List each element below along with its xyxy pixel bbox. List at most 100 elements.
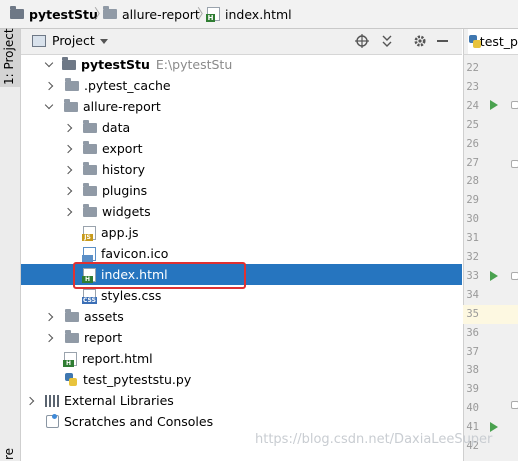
tree-row-pytestStu[interactable]: pytestStu E:\pytestStu [21,54,462,75]
fold-marker-icon[interactable] [511,272,518,280]
chevron-down-icon[interactable] [44,58,54,68]
editor-tab-label: test_p [479,34,518,49]
line-number: 22 [466,62,479,74]
tree-row-widgets[interactable]: widgets [21,201,462,222]
structure-tool-tab[interactable]: re [0,443,20,461]
tree-row-allure-report[interactable]: allure-report [21,96,462,117]
view-dropdown-chevron-icon[interactable] [100,39,108,44]
tree-row-history[interactable]: history [21,159,462,180]
editor-tab[interactable]: test_p [468,29,518,54]
tree-row-pytest-cache[interactable]: .pytest_cache [21,75,462,96]
python-file-icon [64,372,78,387]
tree-row-data[interactable]: data [21,117,462,138]
tree-row-plugins[interactable]: plugins [21,180,462,201]
line-number: 38 [466,364,479,377]
folder-icon [65,308,79,322]
tree-row-label: assets [84,309,124,324]
chevron-right-icon[interactable] [63,144,73,153]
chevron-right-icon[interactable] [44,81,54,90]
html-file-icon: H [206,7,220,22]
fold-marker-icon[interactable] [511,160,518,168]
chevron-right-icon[interactable] [63,165,73,174]
folder-icon [83,119,97,133]
breadcrumb-item-allure-report[interactable]: allure-report [103,0,200,28]
tree-row-label: Scratches and Consoles [64,414,214,429]
expand-collapse-icon[interactable] [380,34,394,48]
line-number: 31 [466,232,479,245]
line-number: 37 [466,345,479,358]
folder-icon [103,6,117,19]
tree-row-export[interactable]: export [21,138,462,159]
python-file-icon [468,34,481,49]
tool-window-strip [0,29,21,461]
tree-row-assets[interactable]: assets [21,306,462,327]
project-tool-tab-label: 1: Project [2,28,16,85]
chevron-right-icon[interactable] [25,396,35,405]
project-panel-title[interactable]: Project [52,33,95,48]
tree-row-label: .pytest_cache [84,78,171,93]
line-number: 29 [466,194,479,207]
line-number: 34 [466,288,479,301]
folder-icon [83,161,97,175]
tree-row-scratches-and-consoles[interactable]: Scratches and Consoles [21,411,462,432]
folder-icon [83,182,97,196]
run-test-icon[interactable] [490,422,498,432]
folder-icon [65,329,79,343]
tree-row-label: favicon.ico [101,246,169,261]
locate-target-icon[interactable] [355,34,369,48]
breadcrumb-label: index.html [225,6,292,22]
tree-row-label: data [102,120,131,135]
highlight-box [73,262,246,289]
project-tool-tab[interactable]: 1: Project [0,28,20,87]
line-number: 30 [466,213,479,226]
tree-row-label: app.js [101,225,139,240]
breadcrumb-label: allure-report [122,6,200,22]
line-number: 28 [466,175,479,188]
tree-row-favicon-ico[interactable]: favicon.ico [21,243,462,264]
breadcrumb-item-pytestStu[interactable]: pytestStu [10,0,98,28]
line-number: 23 [466,80,479,93]
fold-marker-icon[interactable] [511,401,518,409]
run-test-icon[interactable] [490,271,498,281]
tree-row-app-js[interactable]: JS app.js [21,222,462,243]
line-number: 33 [466,269,479,282]
library-icon [45,394,59,407]
fold-marker-icon[interactable] [511,101,518,109]
gear-icon[interactable] [413,34,427,48]
line-number: 25 [466,118,479,131]
tree-row-report-html[interactable]: H report.html [21,348,462,369]
chevron-right-icon[interactable] [44,312,54,321]
run-test-icon[interactable] [490,100,498,110]
line-number: 35 [466,307,479,320]
tree-row-label: report [84,330,123,345]
watermark-text: https://blog.csdn.net/DaxiaLeeSuper [255,432,493,447]
line-number: 26 [466,137,479,150]
tree-row-label: External Libraries [64,393,174,408]
breadcrumb-item-index-html[interactable]: H index.html [206,0,292,28]
folder-icon [64,98,78,112]
chevron-right-icon[interactable] [63,123,73,132]
chevron-right-icon[interactable] [63,186,73,195]
chevron-right-icon[interactable] [44,333,54,342]
line-number: 27 [466,156,479,169]
tree-row-label: styles.css [101,288,162,303]
chevron-right-icon[interactable] [63,207,73,216]
structure-tool-tab-label: re [2,447,16,460]
tree-row-label: allure-report [83,99,161,114]
hide-panel-icon[interactable] [437,40,448,42]
project-path-label: E:\pytestStu [155,57,233,72]
chevron-down-icon[interactable] [44,100,54,110]
tree-row-label: widgets [102,204,151,219]
folder-icon [65,77,79,91]
tree-row-test-pyteststu-py[interactable]: test_pyteststu.py [21,369,462,390]
tree-row-report[interactable]: report [21,327,462,348]
tree-row-label: test_pyteststu.py [83,372,192,387]
ico-file-icon [82,246,96,262]
js-file-icon: JS [82,225,96,241]
folder-icon [83,203,97,217]
tree-row-label: report.html [82,351,153,366]
tree-row-label: export [102,141,143,156]
line-number: 36 [466,326,479,339]
tree-row-external-libraries[interactable]: External Libraries [21,390,462,411]
folder-icon [62,56,76,70]
